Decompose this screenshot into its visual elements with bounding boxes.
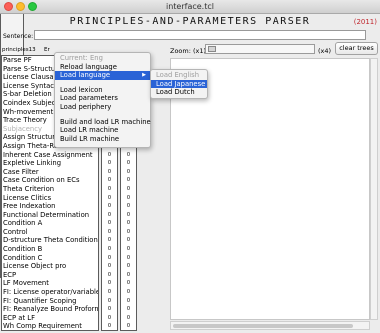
list-item[interactable]: ECP	[2, 271, 98, 280]
list-item[interactable]: FI: License operator/variables	[2, 288, 98, 297]
count-cell: 0	[126, 211, 131, 218]
count-cell: 0	[107, 168, 112, 175]
menu-item-load-lr[interactable]: Load LR machine	[55, 126, 150, 135]
count-cell: 0	[126, 289, 131, 296]
count-cell: 0	[126, 314, 131, 321]
list-item[interactable]: License Object pro	[2, 262, 98, 271]
list-item[interactable]: Theta Criterion	[2, 185, 98, 194]
zoom-label: Zoom: (x1)	[170, 47, 207, 55]
count-cell: 0	[107, 297, 112, 304]
count-cell: 0	[107, 271, 112, 278]
count-cell: 0	[107, 289, 112, 296]
submenu-item-load-dutch[interactable]: Load Dutch	[151, 88, 207, 97]
menu-item-build-and-load-lr[interactable]: Build and load LR machine	[55, 118, 151, 127]
clear-trees-button[interactable]: clear trees	[335, 42, 378, 55]
count-cell: 0	[107, 185, 112, 192]
count-cell: 0	[126, 194, 131, 201]
list-item[interactable]: Wh Comp Requirement	[2, 322, 98, 330]
menu-item-load-language[interactable]: Load language ▶	[55, 71, 150, 80]
count-cell: 0	[126, 228, 131, 235]
count-cell: 0	[107, 228, 112, 235]
count-cell: 0	[126, 280, 131, 287]
count-cell: 0	[107, 220, 112, 227]
count-cell: 0	[126, 203, 131, 210]
list-item[interactable]: Free Indexation	[2, 202, 98, 211]
app-title: PRINCIPLES-AND-PARAMETERS PARSER	[69, 16, 311, 27]
horizontal-scrollbar[interactable]	[170, 321, 370, 330]
app-year: (2011)	[353, 18, 377, 26]
count-cell: 0	[107, 160, 112, 167]
zoom-slider[interactable]	[205, 44, 315, 54]
count-cell: 0	[107, 151, 112, 158]
list-item[interactable]: Control	[2, 228, 98, 237]
list-item[interactable]: D-structure Theta Condition	[2, 236, 98, 245]
count-cell: 0	[107, 237, 112, 244]
count-cell: 0	[107, 203, 112, 210]
menu-item-build-lr[interactable]: Build LR machine	[55, 135, 150, 144]
submenu-item-load-english: Load English	[156, 71, 200, 79]
count-cell: 0	[107, 254, 112, 261]
menu-item-load-lexicon[interactable]: Load lexicon	[55, 86, 150, 95]
count-cell: 0	[107, 263, 112, 270]
menu-item-load-language-label: Load language	[60, 71, 111, 80]
list-item[interactable]: Functional Determination	[2, 211, 98, 220]
count-cell: 0	[126, 177, 131, 184]
sentence-input[interactable]	[34, 30, 366, 40]
list-item[interactable]: Case Filter	[2, 168, 98, 177]
horizontal-scrollbar-thumb[interactable]	[173, 324, 353, 328]
principles-header: principles13	[2, 47, 36, 53]
list-item[interactable]: License Clitics	[2, 194, 98, 203]
language-menu: Current: Eng Reload language Load langua…	[54, 52, 151, 148]
count-cell: 0	[126, 263, 131, 270]
list-item[interactable]: Expletive Linking	[2, 159, 98, 168]
window-title: interface.tcl	[166, 2, 214, 11]
column-header: Er	[44, 47, 50, 53]
menu-item-current: Current: Eng	[60, 54, 103, 62]
count-cell: 0	[126, 220, 131, 227]
count-cell: 0	[107, 194, 112, 201]
count-cell: 0	[126, 306, 131, 313]
menu-item-load-parameters[interactable]: Load parameters	[55, 94, 150, 103]
list-item[interactable]: Inherent Case Assignment	[2, 151, 98, 160]
list-item[interactable]: Condition B	[2, 245, 98, 254]
list-item[interactable]: Case Condition on ECs	[2, 176, 98, 185]
list-item[interactable]: Condition A	[2, 219, 98, 228]
window-titlebar: interface.tcl	[0, 0, 380, 14]
count-cell: 0	[126, 168, 131, 175]
submenu-item-load-japanese[interactable]: Load Japanese	[151, 79, 207, 89]
zoom-slider-thumb[interactable]	[208, 46, 216, 52]
sentence-label: Sentence:	[3, 33, 34, 40]
list-item[interactable]: FI: Quantifier Scoping	[2, 297, 98, 306]
submenu-arrow-icon: ▶	[142, 72, 146, 79]
language-submenu: Load English Load Japanese Load Dutch	[150, 69, 208, 99]
count-cell: 0	[126, 297, 131, 304]
list-item[interactable]: ECP at LF	[2, 314, 98, 323]
count-cell: 0	[107, 246, 112, 253]
count-cell: 0	[107, 306, 112, 313]
count-cell: 0	[107, 280, 112, 287]
zoom-max-label: (x4)	[318, 47, 332, 55]
count-cell: 0	[107, 177, 112, 184]
menu-item-load-periphery[interactable]: Load periphery	[55, 103, 150, 112]
count-cell: 0	[126, 237, 131, 244]
count-cell: 0	[126, 160, 131, 167]
count-cell: 0	[126, 271, 131, 278]
count-cell: 0	[107, 314, 112, 321]
count-cell: 0	[126, 254, 131, 261]
menu-item-reload-language[interactable]: Reload language	[55, 63, 150, 72]
count-cell: 0	[126, 246, 131, 253]
list-item[interactable]: Condition C	[2, 254, 98, 263]
count-cell: 0	[107, 211, 112, 218]
count-cell: 0	[126, 323, 131, 330]
count-cell: 0	[126, 185, 131, 192]
count-cell: 0	[107, 323, 112, 330]
list-item[interactable]: FI: Reanalyze Bound Proforms	[2, 305, 98, 314]
vertical-scrollbar[interactable]	[370, 58, 378, 320]
list-item[interactable]: LF Movement	[2, 279, 98, 288]
count-cell: 0	[126, 151, 131, 158]
